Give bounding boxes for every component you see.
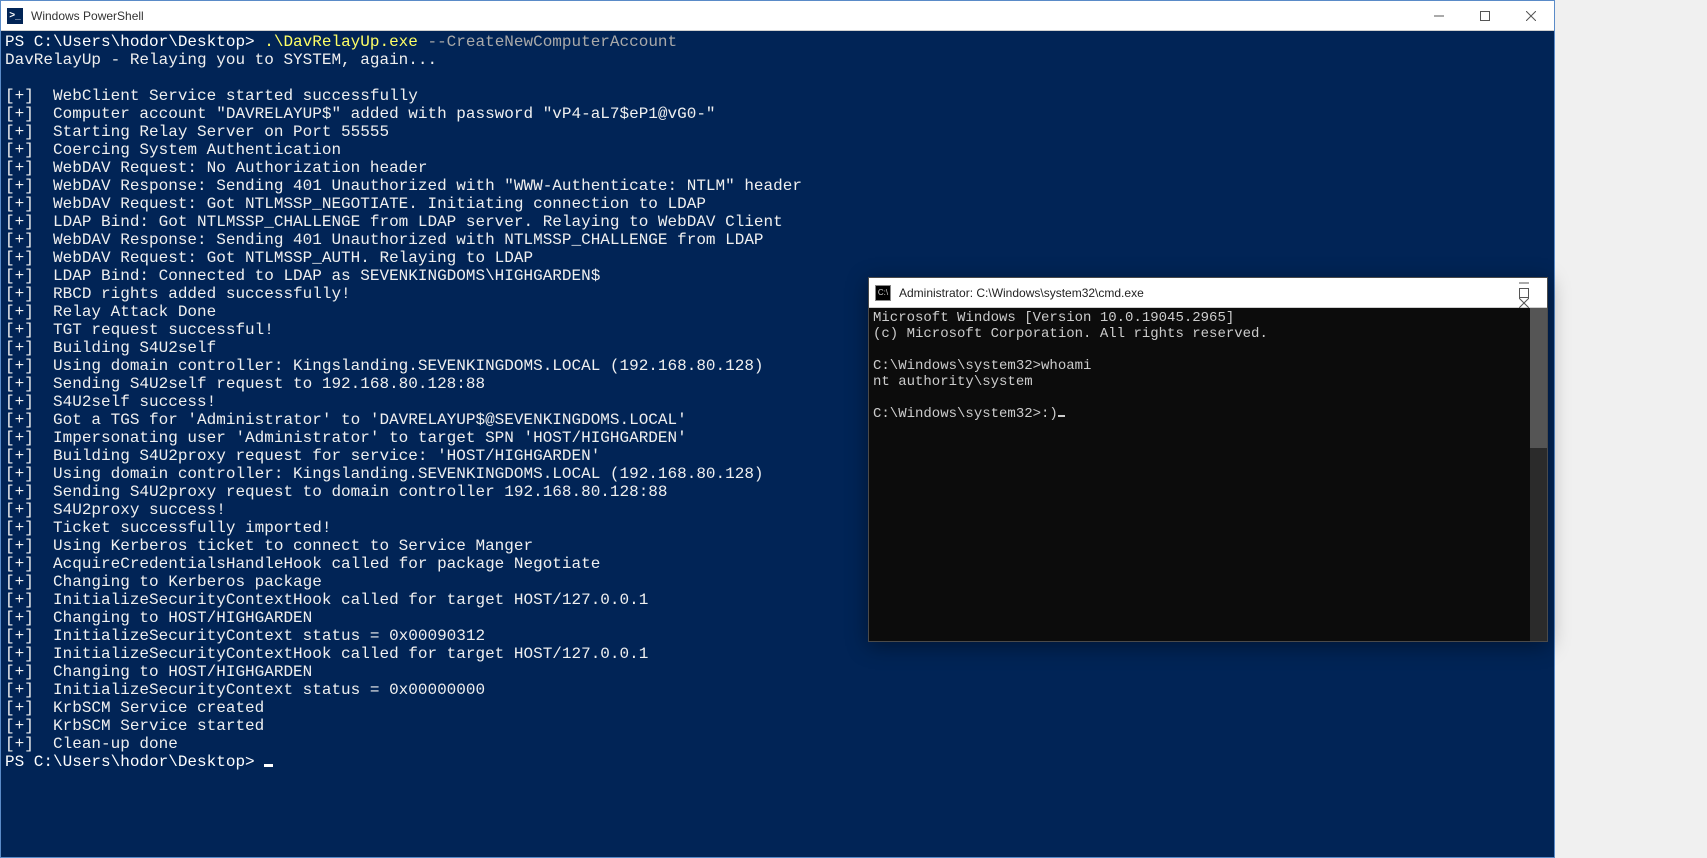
- terminal-line: [5, 69, 1550, 87]
- terminal-line: [+] InitializeSecurityContextHook called…: [5, 645, 1550, 663]
- cmd-titlebar[interactable]: C:\ Administrator: C:\Windows\system32\c…: [869, 278, 1547, 308]
- terminal-line: [873, 342, 1543, 358]
- close-button[interactable]: [1501, 298, 1547, 308]
- terminal-line: PS C:\Users\hodor\Desktop>: [5, 753, 1550, 771]
- cmd-scrollbar-thumb[interactable]: [1530, 308, 1547, 448]
- terminal-line: [+] Clean-up done: [5, 735, 1550, 753]
- cursor: [264, 764, 273, 767]
- prompt: PS C:\Users\hodor\Desktop>: [5, 753, 264, 771]
- cmd-terminal-body[interactable]: Microsoft Windows [Version 10.0.19045.29…: [869, 308, 1547, 641]
- terminal-line: [+] WebDAV Request: Got NTLMSSP_NEGOTIAT…: [5, 195, 1550, 213]
- maximize-button[interactable]: [1462, 1, 1508, 30]
- terminal-line: [+] Starting Relay Server on Port 55555: [5, 123, 1550, 141]
- minimize-button[interactable]: [1501, 278, 1547, 288]
- terminal-line: C:\Windows\system32>whoami: [873, 358, 1543, 374]
- terminal-line: DavRelayUp - Relaying you to SYSTEM, aga…: [5, 51, 1550, 69]
- terminal-line: [+] WebDAV Response: Sending 401 Unautho…: [5, 231, 1550, 249]
- terminal-line: [+] WebClient Service started successful…: [5, 87, 1550, 105]
- powershell-titlebar[interactable]: >_ Windows PowerShell: [1, 1, 1554, 31]
- powershell-window-controls: [1416, 1, 1554, 30]
- terminal-line: [+] WebDAV Request: Got NTLMSSP_AUTH. Re…: [5, 249, 1550, 267]
- terminal-line: [+] InitializeSecurityContext status = 0…: [5, 681, 1550, 699]
- terminal-line: [+] LDAP Bind: Got NTLMSSP_CHALLENGE fro…: [5, 213, 1550, 231]
- terminal-line: [+] Computer account "DAVRELAYUP$" added…: [5, 105, 1550, 123]
- terminal-line: PS C:\Users\hodor\Desktop> .\DavRelayUp.…: [5, 33, 1550, 51]
- terminal-line: [+] WebDAV Request: No Authorization hea…: [5, 159, 1550, 177]
- terminal-line: [+] Coercing System Authentication: [5, 141, 1550, 159]
- powershell-icon: >_: [1, 8, 29, 24]
- terminal-line: Microsoft Windows [Version 10.0.19045.29…: [873, 310, 1543, 326]
- cmd-window: C:\ Administrator: C:\Windows\system32\c…: [868, 277, 1548, 642]
- cmd-window-controls: [1501, 278, 1547, 308]
- terminal-line: C:\Windows\system32>:): [873, 406, 1543, 422]
- minimize-button[interactable]: [1416, 1, 1462, 30]
- powershell-title-text: Windows PowerShell: [29, 9, 1416, 23]
- terminal-line: (c) Microsoft Corporation. All rights re…: [873, 326, 1543, 342]
- terminal-line: [+] WebDAV Response: Sending 401 Unautho…: [5, 177, 1550, 195]
- close-button[interactable]: [1508, 1, 1554, 30]
- cmd-scrollbar[interactable]: [1530, 308, 1547, 641]
- command-executable: .\DavRelayUp.exe: [264, 33, 418, 51]
- maximize-button[interactable]: [1501, 288, 1547, 298]
- terminal-line: [873, 390, 1543, 406]
- cmd-icon: C:\: [869, 285, 897, 301]
- terminal-line: nt authority\system: [873, 374, 1543, 390]
- cmd-title-text: Administrator: C:\Windows\system32\cmd.e…: [897, 286, 1501, 300]
- terminal-line: [+] Changing to HOST/HIGHGARDEN: [5, 663, 1550, 681]
- cursor: [1058, 415, 1065, 417]
- terminal-line: [+] KrbSCM Service started: [5, 717, 1550, 735]
- terminal-line: [+] KrbSCM Service created: [5, 699, 1550, 717]
- prompt: PS C:\Users\hodor\Desktop>: [5, 33, 264, 51]
- command-argument: --CreateNewComputerAccount: [418, 33, 677, 51]
